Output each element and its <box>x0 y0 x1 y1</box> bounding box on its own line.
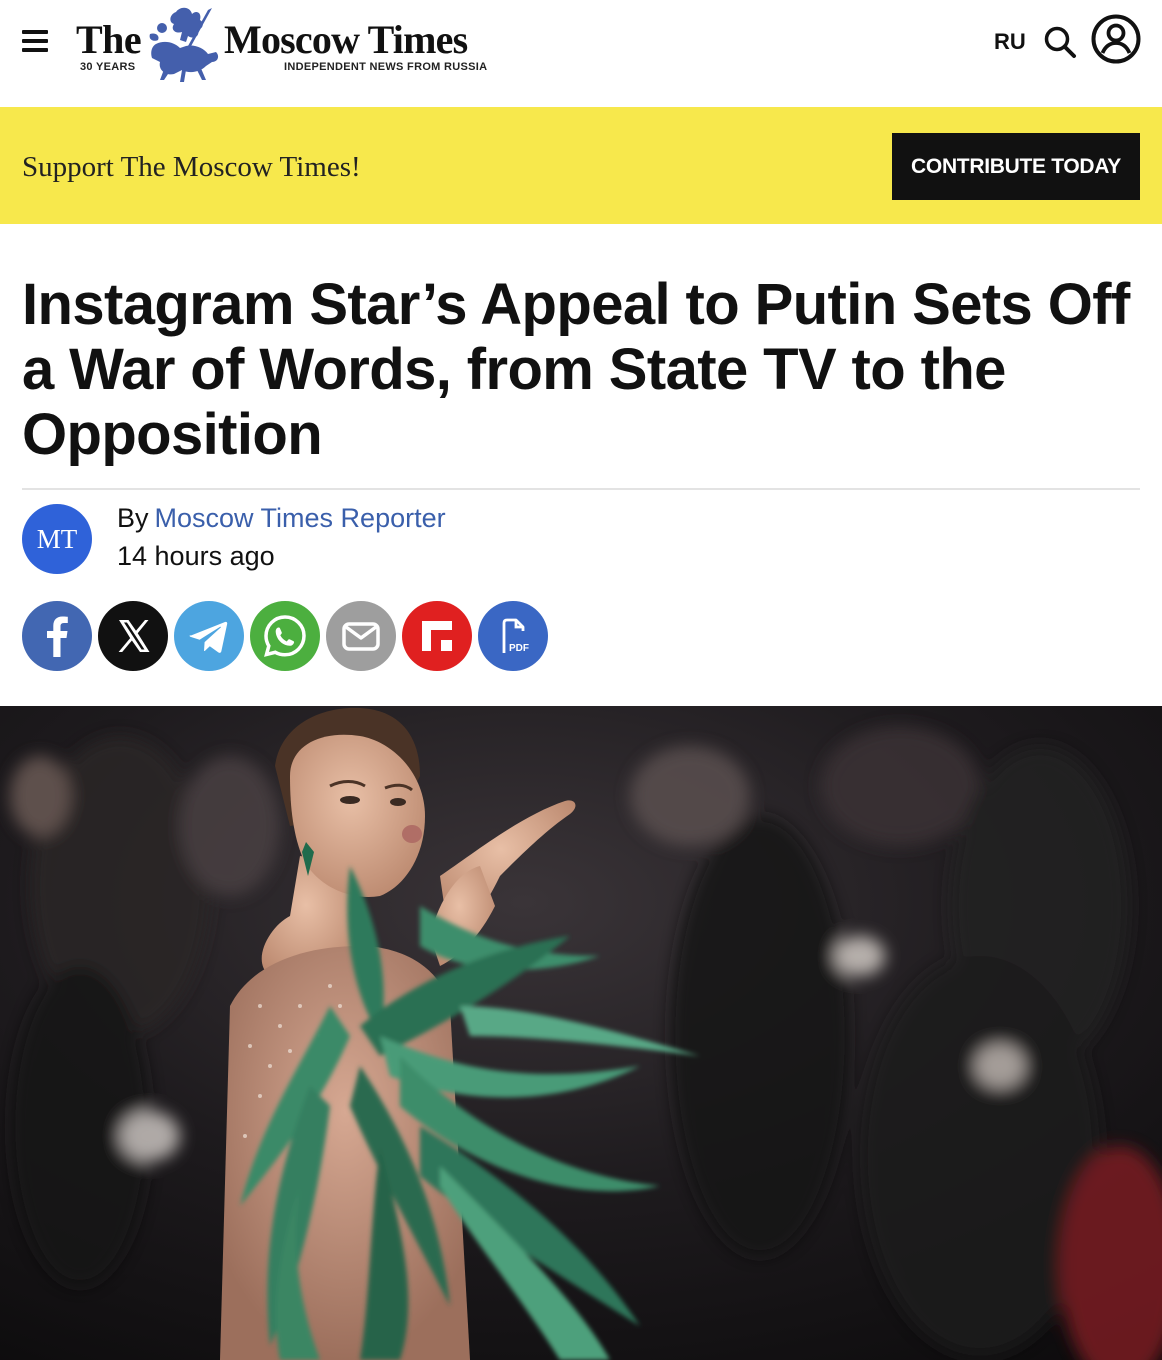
author-avatar[interactable]: MT <box>22 504 92 574</box>
telegram-icon <box>189 621 228 653</box>
pdf-icon: PDF <box>502 618 529 654</box>
hero-image[interactable] <box>0 706 1162 1360</box>
whatsapp-icon <box>264 615 306 657</box>
st-george-emblem-icon[interactable] <box>146 4 226 82</box>
article-headline: Instagram Star’s Appeal to Putin Sets Of… <box>22 272 1130 467</box>
site-header: The 30 YEARS Moscow Times INDEPENDENT NE… <box>0 0 1162 107</box>
logo-moscow-times[interactable]: Moscow Times <box>224 16 468 63</box>
x-icon <box>118 620 150 652</box>
share-facebook-button[interactable] <box>22 601 92 671</box>
logo-tagline: INDEPENDENT NEWS FROM RUSSIA <box>284 61 488 73</box>
logo-the[interactable]: The <box>76 16 142 63</box>
logo-years: 30 YEARS <box>80 61 136 73</box>
search-icon[interactable] <box>1042 24 1078 60</box>
byline: By Moscow Times Reporter <box>117 503 446 534</box>
photo-icon <box>0 706 1162 1360</box>
share-flipboard-button[interactable] <box>402 601 472 671</box>
download-pdf-button[interactable]: PDF <box>478 601 548 671</box>
share-email-button[interactable] <box>326 601 396 671</box>
author-link[interactable]: Moscow Times Reporter <box>155 503 446 533</box>
language-switch-ru[interactable]: RU <box>994 29 1026 55</box>
share-telegram-button[interactable] <box>174 601 244 671</box>
email-icon <box>342 622 380 651</box>
byline-by-label: By <box>117 503 149 533</box>
facebook-icon <box>47 616 68 657</box>
publish-time: 14 hours ago <box>117 541 275 571</box>
contribute-today-button[interactable]: CONTRIBUTE TODAY <box>892 133 1140 200</box>
flipboard-icon <box>422 621 452 651</box>
user-account-icon[interactable] <box>1090 13 1142 65</box>
svg-text:PDF: PDF <box>509 643 529 654</box>
hamburger-menu-icon[interactable] <box>22 30 48 52</box>
headline-divider <box>22 488 1140 490</box>
share-whatsapp-button[interactable] <box>250 601 320 671</box>
share-x-button[interactable] <box>98 601 168 671</box>
support-banner-text: Support The Moscow Times! <box>22 151 361 183</box>
